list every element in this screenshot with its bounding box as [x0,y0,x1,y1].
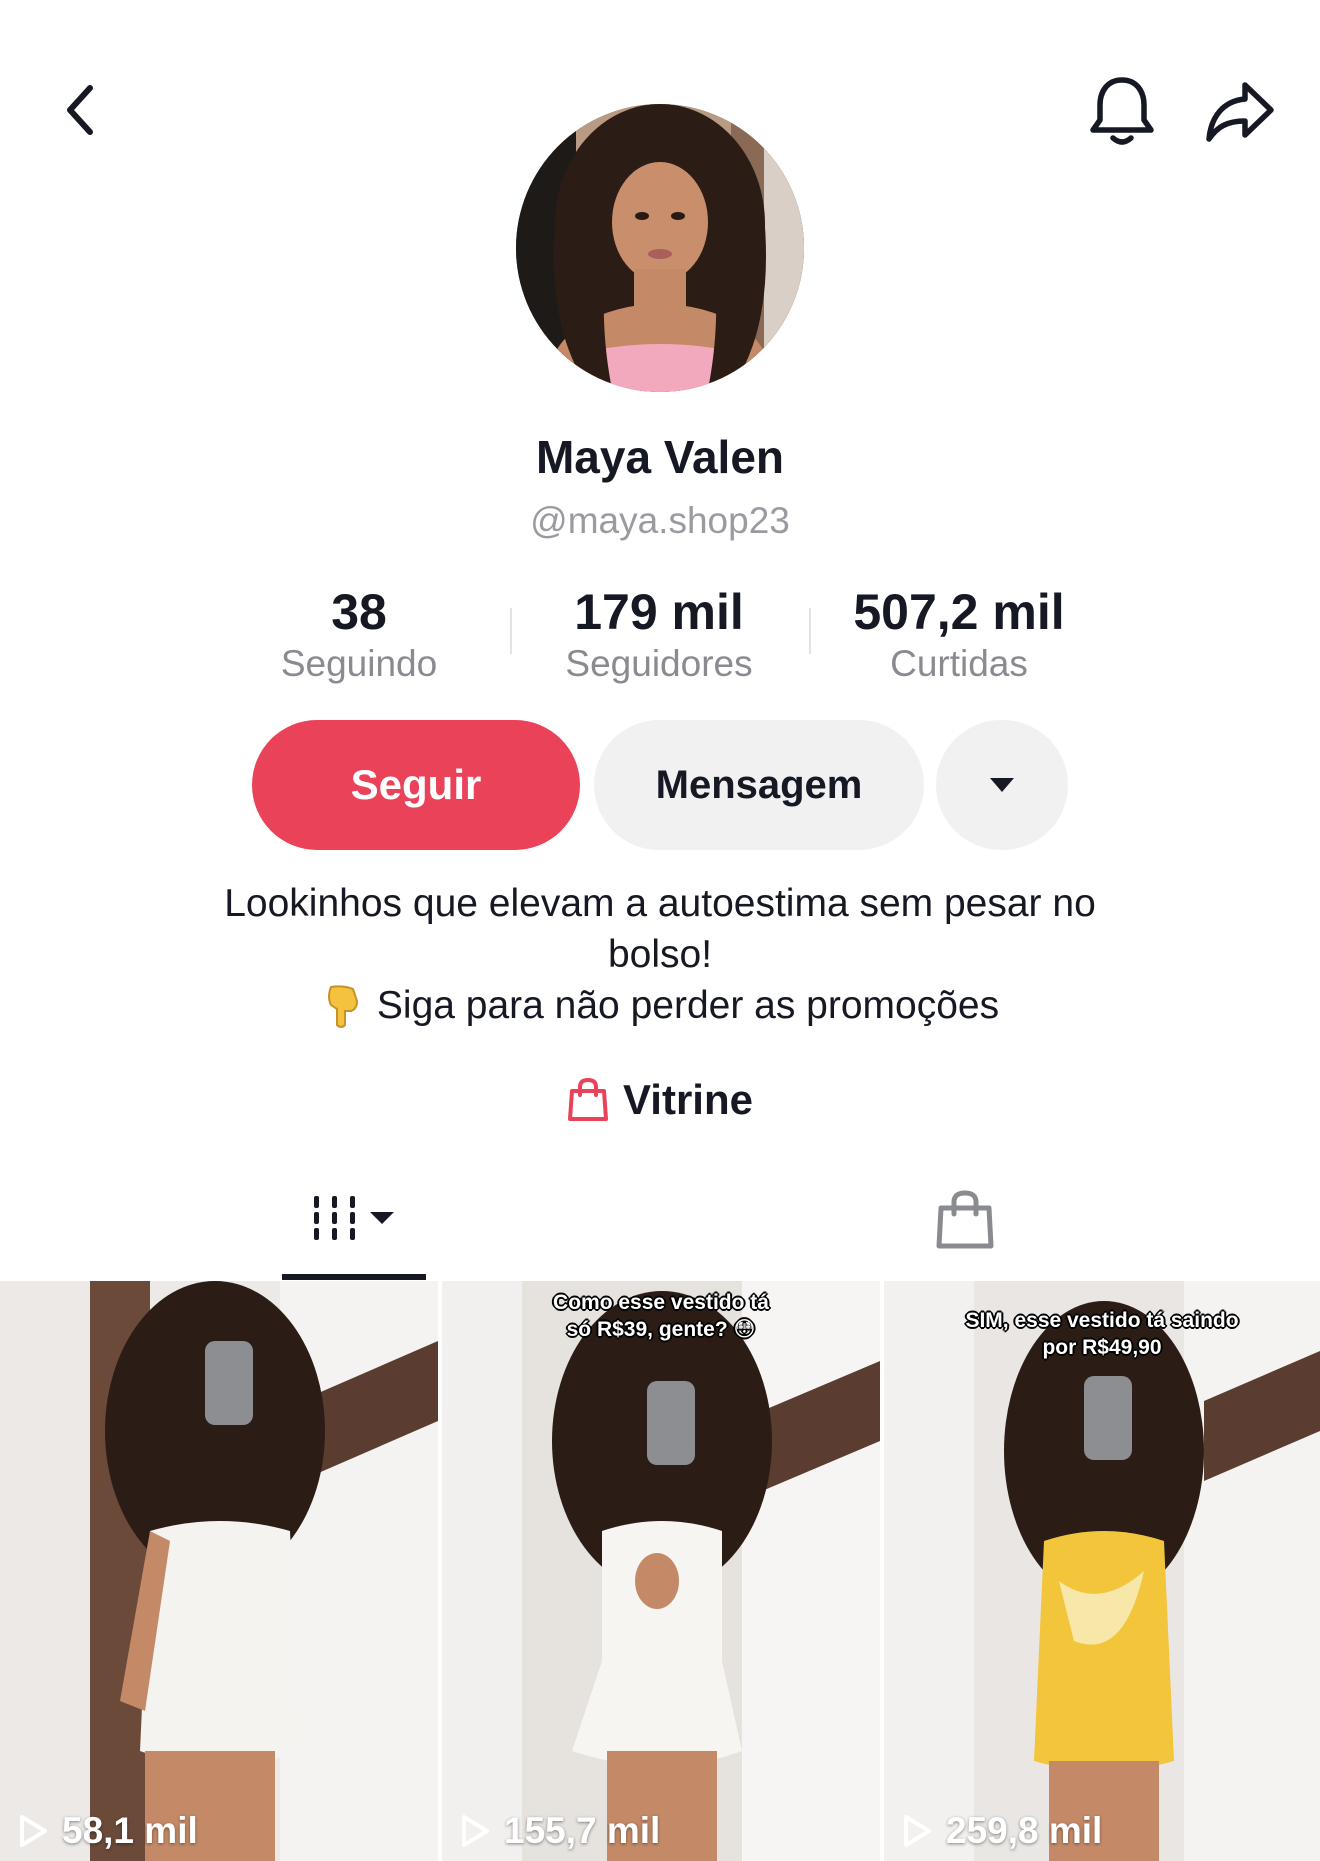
bio: Lookinhos que elevam a autoestima sem pe… [120,878,1200,1031]
share-arrow-icon [1206,82,1274,142]
video-caption-line: SIM, esse vestido tá saindo [965,1309,1239,1332]
storefront-label: Vitrine [623,1076,753,1123]
video-thumbnail[interactable]: Como esse vestido tá só R$39, gente? 😳 1… [442,1281,880,1861]
display-name: Maya Valen [535,431,785,483]
bio-line3-text: Siga para não perder as promoções [376,984,1000,1027]
view-count-value: 58,1 mil [62,1810,198,1851]
tab-shop[interactable] [920,1180,1010,1280]
pointing-down-emoji-icon [327,984,358,1028]
play-icon [20,1815,47,1847]
stat-followers[interactable]: 179 mil Seguidores [509,580,809,686]
video-preview-image [0,1281,438,1861]
message-button[interactable]: Mensagem [594,720,924,850]
view-count: 58,1 mil [18,1801,198,1861]
stat-divider [809,608,811,654]
stat-likes[interactable]: 507,2 mil Curtidas [809,580,1109,686]
video-caption: SIM, esse vestido tá saindo por R$49,90 [884,1281,1320,1361]
video-caption: Como esse vestido tá só R$39, gente? 😳 [442,1281,880,1343]
avatar-photo [516,104,804,392]
stat-followers-label: Seguidores [565,643,753,684]
video-caption-line: só R$39, gente? 😳 [566,1318,756,1341]
stat-followers-value: 179 mil [574,584,744,640]
video-preview-image [884,1281,1320,1861]
video-thumbnail[interactable]: 58,1 mil [0,1281,438,1861]
back-button[interactable] [40,70,120,150]
content-tabs [0,1180,1320,1280]
follow-button[interactable]: Seguir [252,720,580,850]
bio-line: bolso! [607,933,713,976]
view-count-value: 155,7 mil [504,1810,661,1851]
tab-videos[interactable] [282,1180,426,1280]
grid-icon [314,1196,394,1240]
share-button[interactable] [1198,70,1282,154]
play-icon [462,1815,489,1847]
profile-stats: 38 Seguindo 179 mil Seguidores 507,2 mil… [0,580,1320,690]
bio-line: Siga para não perder as promoções [120,980,1200,1031]
profile-page: Maya Valen @maya.shop23 38 Seguindo 179 … [0,0,1320,1861]
caret-down-icon [990,778,1014,792]
stat-following-label: Seguindo [280,643,438,684]
username-handle: @maya.shop23 [530,500,790,541]
storefront-link[interactable]: Vitrine [0,1070,1320,1130]
avatar[interactable] [516,104,804,392]
stat-following[interactable]: 38 Seguindo [209,580,509,686]
stat-likes-label: Curtidas [890,643,1028,684]
video-caption-line: por R$49,90 [1042,1336,1162,1359]
more-options-button[interactable] [936,720,1068,850]
play-icon [904,1815,931,1847]
notification-button[interactable] [1080,70,1164,154]
video-thumbnail[interactable]: SIM, esse vestido tá saindo por R$49,90 … [884,1281,1320,1861]
view-count: 259,8 mil [902,1801,1102,1861]
stat-likes-value: 507,2 mil [853,584,1065,640]
view-count-value: 259,8 mil [946,1810,1103,1851]
stat-divider [510,608,512,654]
view-count: 155,7 mil [460,1801,660,1861]
stat-following-value: 38 [331,584,387,640]
video-preview-image [442,1281,880,1861]
video-grid: 58,1 mil Como esse vestido tá só R$39, g… [0,1281,1320,1861]
active-tab-indicator [282,1274,426,1280]
video-caption-line: Como esse vestido tá [553,1291,769,1314]
shopping-bag-icon [936,1190,994,1249]
bell-icon [1090,77,1154,145]
chevron-left-icon [67,85,93,135]
bio-line: Lookinhos que elevam a autoestima sem pe… [224,882,1096,925]
shopping-bag-icon [568,1077,609,1121]
